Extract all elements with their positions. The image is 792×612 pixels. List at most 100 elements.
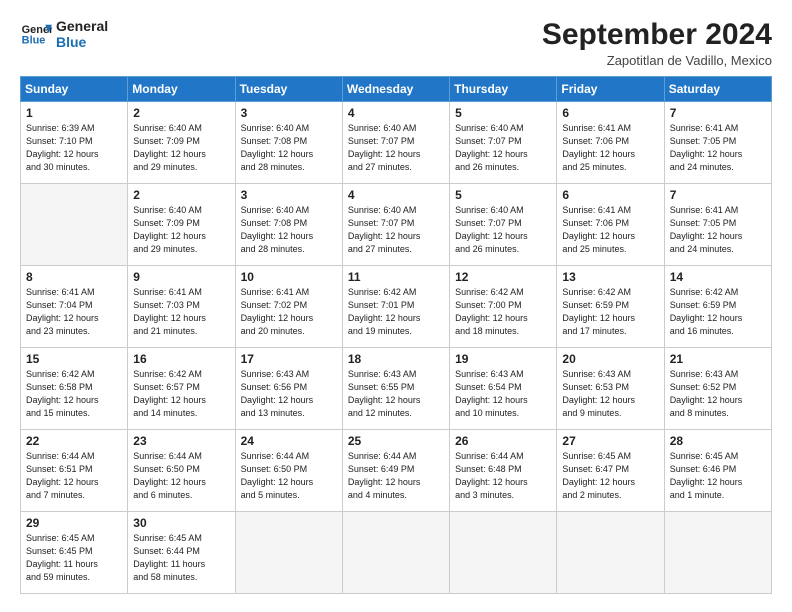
day-number: 3 [241, 106, 337, 120]
day-info: Sunrise: 6:45 AM Sunset: 6:44 PM Dayligh… [133, 532, 229, 584]
day-cell: 18Sunrise: 6:43 AM Sunset: 6:55 PM Dayli… [342, 348, 449, 430]
day-number: 7 [670, 106, 766, 120]
day-number: 20 [562, 352, 658, 366]
day-number: 2 [133, 188, 229, 202]
day-info: Sunrise: 6:43 AM Sunset: 6:55 PM Dayligh… [348, 368, 444, 420]
day-number: 15 [26, 352, 122, 366]
title-block: September 2024 Zapotitlan de Vadillo, Me… [542, 18, 772, 68]
day-cell: 11Sunrise: 6:42 AM Sunset: 7:01 PM Dayli… [342, 266, 449, 348]
day-cell: 23 Sunrise: 6:44 AM Sunset: 6:50 PM Dayli… [128, 430, 235, 512]
week-row: 29 Sunrise: 6:45 AM Sunset: 6:45 PM Dayli… [21, 512, 772, 594]
day-info: Sunrise: 6:45 AM Sunset: 6:46 PM Dayligh… [670, 450, 766, 502]
day-cell: 7Sunrise: 6:41 AM Sunset: 7:05 PM Daylig… [664, 102, 771, 184]
header-saturday: Saturday [664, 77, 771, 102]
day-number: 1 [26, 106, 122, 120]
month-title: September 2024 [542, 18, 772, 51]
day-number: 21 [670, 352, 766, 366]
day-cell: 21Sunrise: 6:43 AM Sunset: 6:52 PM Dayli… [664, 348, 771, 430]
day-info: Sunrise: 6:42 AM Sunset: 6:59 PM Dayligh… [670, 286, 766, 338]
header-tuesday: Tuesday [235, 77, 342, 102]
day-cell: 7 Sunrise: 6:41 AM Sunset: 7:05 PM Daylig… [664, 184, 771, 266]
day-cell: 19Sunrise: 6:43 AM Sunset: 6:54 PM Dayli… [450, 348, 557, 430]
day-cell: 5 Sunrise: 6:40 AM Sunset: 7:07 PM Daylig… [450, 184, 557, 266]
day-number: 4 [348, 106, 444, 120]
week-row: 22Sunrise: 6:44 AM Sunset: 6:51 PM Dayli… [21, 430, 772, 512]
day-number: 6 [562, 106, 658, 120]
day-info: Sunrise: 6:41 AM Sunset: 7:06 PM Dayligh… [562, 204, 658, 256]
day-info: Sunrise: 6:41 AM Sunset: 7:04 PM Dayligh… [26, 286, 122, 338]
day-info: Sunrise: 6:42 AM Sunset: 6:59 PM Dayligh… [562, 286, 658, 338]
day-info: Sunrise: 6:41 AM Sunset: 7:02 PM Dayligh… [241, 286, 337, 338]
logo-icon: General Blue [20, 18, 52, 50]
day-cell: 13Sunrise: 6:42 AM Sunset: 6:59 PM Dayli… [557, 266, 664, 348]
day-cell: 16Sunrise: 6:42 AM Sunset: 6:57 PM Dayli… [128, 348, 235, 430]
day-cell [342, 512, 449, 594]
day-info: Sunrise: 6:42 AM Sunset: 7:01 PM Dayligh… [348, 286, 444, 338]
day-number: 25 [348, 434, 444, 448]
day-cell: 15Sunrise: 6:42 AM Sunset: 6:58 PM Dayli… [21, 348, 128, 430]
day-cell: 1Sunrise: 6:39 AM Sunset: 7:10 PM Daylig… [21, 102, 128, 184]
week-row: 2 Sunrise: 6:40 AM Sunset: 7:09 PM Daylig… [21, 184, 772, 266]
day-cell: 2Sunrise: 6:40 AM Sunset: 7:09 PM Daylig… [128, 102, 235, 184]
header-sunday: Sunday [21, 77, 128, 102]
day-cell: 25Sunrise: 6:44 AM Sunset: 6:49 PM Dayli… [342, 430, 449, 512]
day-cell [21, 184, 128, 266]
day-cell: 3 Sunrise: 6:40 AM Sunset: 7:08 PM Daylig… [235, 102, 342, 184]
day-cell: 9Sunrise: 6:41 AM Sunset: 7:03 PM Daylig… [128, 266, 235, 348]
day-number: 3 [241, 188, 337, 202]
day-cell: 26Sunrise: 6:44 AM Sunset: 6:48 PM Dayli… [450, 430, 557, 512]
week-row: 1Sunrise: 6:39 AM Sunset: 7:10 PM Daylig… [21, 102, 772, 184]
day-cell: 12 Sunrise: 6:42 AM Sunset: 7:00 PM Dayli… [450, 266, 557, 348]
day-info: Sunrise: 6:45 AM Sunset: 6:45 PM Dayligh… [26, 532, 122, 584]
logo: General Blue General Blue [20, 18, 108, 50]
day-info: Sunrise: 6:44 AM Sunset: 6:50 PM Dayligh… [133, 450, 229, 502]
day-info: Sunrise: 6:45 AM Sunset: 6:47 PM Dayligh… [562, 450, 658, 502]
day-number: 12 [455, 270, 551, 284]
day-number: 4 [348, 188, 444, 202]
day-info: Sunrise: 6:40 AM Sunset: 7:07 PM Dayligh… [348, 122, 444, 174]
day-cell [450, 512, 557, 594]
day-cell: 6Sunrise: 6:41 AM Sunset: 7:06 PM Daylig… [557, 102, 664, 184]
day-number: 7 [670, 188, 766, 202]
day-number: 24 [241, 434, 337, 448]
day-number: 29 [26, 516, 122, 530]
day-cell: 20Sunrise: 6:43 AM Sunset: 6:53 PM Dayli… [557, 348, 664, 430]
day-number: 16 [133, 352, 229, 366]
calendar-header-row: SundayMondayTuesdayWednesdayThursdayFrid… [21, 77, 772, 102]
header: General Blue General Blue September 2024… [20, 18, 772, 68]
day-cell: 8 Sunrise: 6:41 AM Sunset: 7:04 PM Daylig… [21, 266, 128, 348]
logo-line2: Blue [56, 34, 108, 50]
day-cell [235, 512, 342, 594]
day-info: Sunrise: 6:40 AM Sunset: 7:09 PM Dayligh… [133, 204, 229, 256]
day-number: 5 [455, 188, 551, 202]
day-number: 23 [133, 434, 229, 448]
day-number: 5 [455, 106, 551, 120]
week-row: 15Sunrise: 6:42 AM Sunset: 6:58 PM Dayli… [21, 348, 772, 430]
day-info: Sunrise: 6:40 AM Sunset: 7:08 PM Dayligh… [241, 204, 337, 256]
day-info: Sunrise: 6:43 AM Sunset: 6:56 PM Dayligh… [241, 368, 337, 420]
day-info: Sunrise: 6:40 AM Sunset: 7:09 PM Dayligh… [133, 122, 229, 174]
day-info: Sunrise: 6:42 AM Sunset: 7:00 PM Dayligh… [455, 286, 551, 338]
day-cell: 30Sunrise: 6:45 AM Sunset: 6:44 PM Dayli… [128, 512, 235, 594]
day-cell: 10Sunrise: 6:41 AM Sunset: 7:02 PM Dayli… [235, 266, 342, 348]
day-info: Sunrise: 6:40 AM Sunset: 7:07 PM Dayligh… [455, 122, 551, 174]
day-info: Sunrise: 6:44 AM Sunset: 6:50 PM Dayligh… [241, 450, 337, 502]
day-cell: 6Sunrise: 6:41 AM Sunset: 7:06 PM Daylig… [557, 184, 664, 266]
day-info: Sunrise: 6:40 AM Sunset: 7:07 PM Dayligh… [348, 204, 444, 256]
day-cell: 29 Sunrise: 6:45 AM Sunset: 6:45 PM Dayli… [21, 512, 128, 594]
day-cell [664, 512, 771, 594]
day-info: Sunrise: 6:41 AM Sunset: 7:03 PM Dayligh… [133, 286, 229, 338]
page: General Blue General Blue September 2024… [0, 0, 792, 612]
calendar-table: SundayMondayTuesdayWednesdayThursdayFrid… [20, 76, 772, 594]
day-number: 17 [241, 352, 337, 366]
day-number: 8 [26, 270, 122, 284]
day-info: Sunrise: 6:41 AM Sunset: 7:05 PM Dayligh… [670, 204, 766, 256]
logo-line1: General [56, 18, 108, 34]
day-cell: 3 Sunrise: 6:40 AM Sunset: 7:08 PM Daylig… [235, 184, 342, 266]
day-number: 26 [455, 434, 551, 448]
day-info: Sunrise: 6:40 AM Sunset: 7:08 PM Dayligh… [241, 122, 337, 174]
header-friday: Friday [557, 77, 664, 102]
day-cell: 4 Sunrise: 6:40 AM Sunset: 7:07 PM Daylig… [342, 184, 449, 266]
day-info: Sunrise: 6:40 AM Sunset: 7:07 PM Dayligh… [455, 204, 551, 256]
day-cell: 5 Sunrise: 6:40 AM Sunset: 7:07 PM Daylig… [450, 102, 557, 184]
